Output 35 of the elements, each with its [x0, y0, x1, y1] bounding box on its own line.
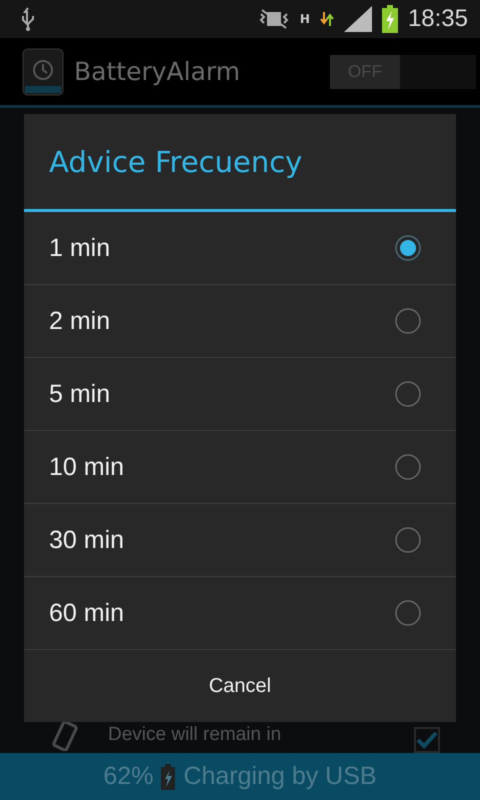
option-label: 2 min — [49, 306, 112, 336]
option-row[interactable]: 2 min — [24, 285, 456, 358]
setting-description: Device will remain in — [108, 723, 282, 747]
option-row[interactable]: 10 min — [24, 431, 456, 504]
radio-button[interactable] — [394, 599, 422, 627]
usb-icon — [20, 7, 36, 31]
radio-button[interactable] — [394, 380, 422, 408]
charging-text: Charging by USB — [183, 762, 377, 791]
data-arrows-icon — [320, 12, 334, 26]
alarm-clock-app-icon — [22, 48, 64, 96]
battery-charging-icon — [382, 5, 398, 33]
battery-percent: 62% — [103, 762, 154, 791]
option-row[interactable]: 5 min — [24, 358, 456, 431]
app-title: BatteryAlarm — [74, 57, 242, 86]
checkbox[interactable] — [414, 727, 440, 753]
option-label: 60 min — [49, 598, 126, 628]
clock-time: 18:35 — [408, 5, 468, 33]
option-label: 10 min — [49, 452, 126, 482]
signal-icon — [344, 6, 372, 32]
radio-button[interactable] — [394, 526, 422, 554]
battery-charging-icon — [161, 764, 176, 790]
radio-button[interactable] — [394, 234, 422, 262]
option-row[interactable]: 60 min — [24, 577, 456, 650]
radio-button[interactable] — [394, 453, 422, 481]
option-row[interactable]: 30 min — [24, 504, 456, 577]
cancel-button[interactable]: Cancel — [24, 650, 456, 722]
phone-icon — [52, 721, 78, 751]
option-row[interactable]: 1 min — [24, 212, 456, 285]
network-type-label: H — [300, 13, 310, 25]
radio-button[interactable] — [394, 307, 422, 335]
option-label: 5 min — [49, 380, 112, 408]
dialog-title: Advice Frecuency — [24, 114, 456, 212]
vibrate-mute-icon — [258, 8, 290, 30]
option-label: 30 min — [49, 526, 126, 554]
option-label: 1 min — [49, 234, 112, 262]
